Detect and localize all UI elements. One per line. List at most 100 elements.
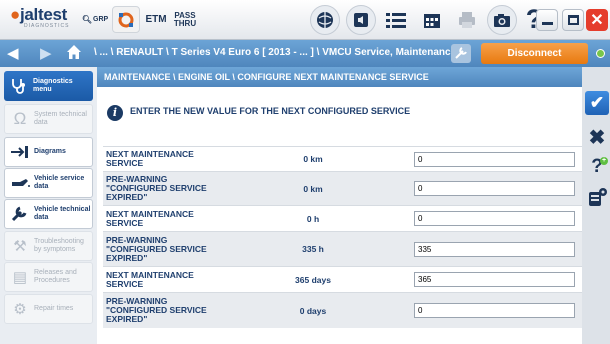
sidebar: Diagnostics menu Ω System technical data… [0, 67, 96, 344]
navigation-bar: ◀ ▶ \ ... \ RENAULT \ T Series V4 Euro 6… [0, 40, 610, 67]
calendar-icon [424, 14, 440, 28]
plus-badge-icon: + [600, 157, 608, 165]
sound-button[interactable] [346, 5, 376, 35]
row-label: NEXT MAINTENANCE SERVICE [106, 149, 194, 168]
list-button[interactable] [381, 5, 411, 35]
sidebar-item-releases-and-procedures[interactable]: ▤ Releases and Procedures [4, 262, 93, 292]
table-row: NEXT MAINTENANCE SERVICE 365 days [103, 266, 582, 292]
close-button[interactable]: ✕ [586, 9, 608, 31]
pass-thru-button[interactable]: PASS THRU [171, 6, 199, 33]
speaker-icon [354, 13, 368, 27]
wrench-icon [9, 204, 31, 224]
top-toolbar: ●jaltest DIAGNOSTICS 🔍︎ GRP ETM PASS THRU [0, 0, 610, 40]
info-icon: i [107, 105, 123, 121]
print-icon [459, 12, 475, 28]
group-search-button[interactable]: 🔍︎ GRP [82, 6, 108, 33]
maintenance-table: NEXT MAINTENANCE SERVICE 0 km PRE-WARNIN… [103, 146, 582, 328]
print-button[interactable] [452, 5, 482, 35]
minimize-icon [541, 22, 553, 25]
logo-subtitle: DIAGNOSTICS [24, 23, 70, 29]
new-value-input[interactable] [414, 272, 575, 287]
vehicle-tool-button[interactable] [451, 44, 471, 63]
gears-icon: ⚙ [13, 301, 27, 318]
list-icon [386, 13, 406, 28]
table-row: NEXT MAINTENANCE SERVICE 0 km [103, 146, 582, 171]
current-value: 0 km [303, 154, 323, 164]
sidebar-item-label: Repair times [34, 305, 74, 312]
row-label: PRE-WARNING "CONFIGURED SERVICE EXPIRED" [106, 234, 207, 263]
forward-arrow-icon[interactable]: ▶ [40, 44, 52, 62]
current-value: 0 km [303, 183, 323, 194]
cancel-button[interactable]: ✖ [585, 125, 609, 149]
table-row: PRE-WARNING "CONFIGURED SERVICE EXPIRED"… [103, 171, 582, 205]
cancel-icon: ✖ [588, 126, 606, 149]
globe-button[interactable] [310, 5, 340, 35]
sidebar-item-system-technical-data[interactable]: Ω System technical data [4, 104, 93, 134]
logo-text: jaltest [19, 5, 68, 24]
main-panel: MAINTENANCE \ ENGINE OIL \ CONFIGURE NEX… [97, 67, 582, 344]
sidebar-item-label: Troubleshooting by symptoms [34, 238, 84, 253]
contextual-help-button[interactable]: ? + [585, 155, 609, 179]
camera-icon [494, 14, 510, 27]
confirm-button[interactable]: ✔ [585, 91, 609, 115]
camera-button[interactable] [487, 5, 517, 35]
row-label: NEXT MAINTENANCE SERVICE [106, 208, 194, 228]
disconnect-button[interactable]: Disconnect [481, 43, 588, 64]
etm-button[interactable]: ETM [143, 6, 169, 33]
current-value: 0 days [299, 305, 327, 316]
close-icon: ✕ [590, 12, 604, 29]
wrench-icon [455, 47, 467, 59]
new-value-input[interactable] [414, 241, 575, 257]
table-row: PRE-WARNING "CONFIGURED SERVICE EXPIRED"… [103, 292, 582, 328]
sidebar-item-troubleshooting[interactable]: ⚒ Troubleshooting by symptoms [4, 231, 93, 261]
breadcrumb: \ ... \ RENAULT \ T Series V4 Euro 6 [ 2… [94, 47, 457, 58]
stethoscope-icon [8, 76, 30, 96]
current-value: 335 h [302, 244, 324, 254]
database-icon [589, 188, 607, 206]
row-label: NEXT MAINTENANCE SERVICE [106, 269, 194, 289]
home-icon[interactable] [66, 44, 82, 60]
new-value-input[interactable] [414, 181, 575, 196]
checkmark-icon: ✔ [589, 93, 605, 112]
maximize-button[interactable] [562, 9, 584, 31]
current-value: 0 h [306, 213, 320, 224]
search-icon: 🔍︎ [81, 15, 92, 24]
sidebar-item-label: Diagnostics menu [33, 78, 73, 93]
back-arrow-icon[interactable]: ◀ [7, 44, 19, 62]
table-row: NEXT MAINTENANCE SERVICE 0 h [103, 205, 582, 231]
app-logo: ●jaltest DIAGNOSTICS [10, 5, 70, 29]
row-label: PRE-WARNING "CONFIGURED SERVICE EXPIRED" [106, 296, 207, 324]
database-button[interactable] [585, 185, 609, 209]
tools-button[interactable] [112, 6, 140, 33]
sidebar-item-repair-times[interactable]: ⚙ Repair times [4, 294, 93, 324]
sidebar-item-label: Vehicle technical data [34, 206, 91, 221]
row-label: PRE-WARNING "CONFIGURED SERVICE EXPIRED" [106, 174, 207, 202]
current-value: 365 days [295, 274, 331, 285]
troubleshoot-icon: ⚒ [13, 238, 27, 255]
instruction-text: ENTER THE NEW VALUE FOR THE NEXT CONFIGU… [130, 106, 411, 116]
thru-label: THRU [173, 18, 197, 28]
new-value-input[interactable] [414, 303, 575, 318]
diagram-icon [9, 142, 31, 162]
table-row: PRE-WARNING "CONFIGURED SERVICE EXPIRED"… [103, 231, 582, 266]
procedure-icon: ▤ [12, 269, 28, 286]
sidebar-item-diagnostics-menu[interactable]: Diagnostics menu [4, 71, 93, 101]
oil-can-icon [9, 173, 31, 193]
grp-label: GRP [93, 16, 109, 23]
globe-icon [317, 12, 333, 28]
action-column: ✔ ✖ ? + [582, 67, 610, 344]
maximize-icon [567, 15, 579, 25]
sidebar-item-label: Releases and Procedures [34, 269, 77, 284]
sidebar-item-vehicle-technical-data[interactable]: Vehicle technical data [4, 199, 93, 229]
sidebar-item-vehicle-service-data[interactable]: Vehicle service data [4, 168, 93, 198]
calendar-button[interactable] [417, 5, 447, 35]
new-value-input[interactable] [414, 211, 575, 226]
new-value-input[interactable] [414, 151, 575, 167]
sidebar-item-label: System technical data [34, 111, 87, 126]
panel-title: MAINTENANCE \ ENGINE OIL \ CONFIGURE NEX… [97, 67, 582, 87]
sidebar-item-label: Vehicle service data [34, 175, 85, 190]
minimize-button[interactable] [536, 9, 558, 31]
connection-status-indicator [596, 49, 605, 58]
sidebar-item-diagrams[interactable]: Diagrams [4, 137, 93, 167]
tools-icon [118, 12, 134, 27]
